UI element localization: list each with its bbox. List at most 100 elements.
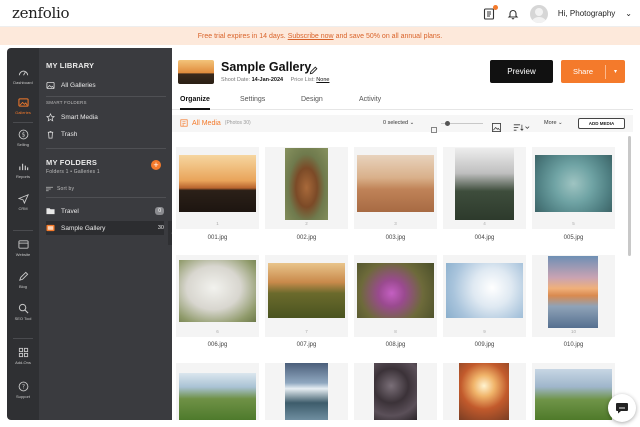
tab-activity[interactable]: Activity <box>359 96 381 110</box>
rail-label: Reports <box>15 174 30 179</box>
trash-label: Trash <box>61 130 78 138</box>
photo-thumbnail <box>268 263 345 318</box>
photo-thumbnail <box>357 155 434 212</box>
tab-organize[interactable]: Organize <box>180 96 210 110</box>
smart-media-item[interactable]: Smart Media <box>46 110 164 124</box>
user-name[interactable]: Hi, Photography <box>558 9 615 18</box>
photo-tile[interactable]: 6 <box>176 255 259 337</box>
share-button[interactable]: Share ▾ <box>561 60 625 83</box>
top-bar-actions: Hi, Photography ⌄ <box>482 0 632 27</box>
photo-tile[interactable] <box>443 363 526 420</box>
photo-tile[interactable]: 4 <box>443 147 526 229</box>
photo-tile[interactable] <box>176 363 259 420</box>
photo-tile[interactable]: 5 <box>532 147 615 229</box>
folder-name: Travel <box>61 207 79 215</box>
galleries-icon <box>17 96 29 108</box>
gallery-cover-thumbnail[interactable] <box>178 60 214 84</box>
photo-thumbnail <box>285 363 328 420</box>
dashboard-icon <box>17 66 29 78</box>
tab-settings[interactable]: Settings <box>240 96 265 110</box>
svg-text:?: ? <box>21 383 24 390</box>
subscribe-link[interactable]: Subscribe now <box>288 33 334 40</box>
rail-item-website[interactable]: Website <box>7 238 39 257</box>
rail-label: CRM <box>18 206 28 211</box>
photo-filename: 005.jpg <box>563 235 584 241</box>
photo-number: 6 <box>216 329 219 334</box>
more-label: More <box>544 120 557 126</box>
sort-by-control[interactable]: Sort by <box>46 186 74 192</box>
grid-scrollbar[interactable] <box>628 136 631 256</box>
media-toolbar: All Media (Photos 30) 0 selected ⌄ More … <box>172 115 633 133</box>
shoot-date-value: 14-Jan-2024 <box>251 77 284 83</box>
rail-item-galleries[interactable]: Galleries <box>7 96 39 115</box>
photo-tile[interactable]: 9 <box>443 255 526 337</box>
folder-item-sample-gallery[interactable]: Sample Gallery 30 <box>46 221 164 235</box>
rail-item-seo-tool[interactable]: SEO Tool <box>7 302 39 321</box>
shoot-date-label: Shoot Date: <box>221 77 251 83</box>
svg-text:$: $ <box>21 131 25 138</box>
photo-thumbnail <box>548 256 598 328</box>
chart-icon <box>17 160 29 172</box>
photo-number: 1 <box>216 221 219 226</box>
photo-count: (Photos 30) <box>224 120 251 126</box>
price-list-label: Price List: <box>290 77 315 83</box>
folder-icon <box>46 207 55 216</box>
photo-filename: 003.jpg <box>385 235 406 241</box>
more-menu[interactable]: More ⌄ <box>544 120 563 126</box>
photo-tile[interactable] <box>532 363 615 420</box>
photo-tile[interactable]: 2 <box>265 147 348 229</box>
rail-label: Blog <box>18 284 27 289</box>
checklist-icon[interactable] <box>482 4 498 21</box>
rail-item-blog[interactable]: Blog <box>7 270 39 289</box>
photo-filename: 006.jpg <box>207 342 228 348</box>
avatar[interactable] <box>529 4 548 23</box>
rail-item-selling[interactable]: $ Selling <box>7 128 39 147</box>
tab-design[interactable]: Design <box>301 96 323 110</box>
chat-icon <box>616 403 628 414</box>
zenfolio-logo[interactable]: zenfolio <box>12 4 70 22</box>
add-folder-button[interactable]: + <box>151 160 161 170</box>
rail-item-dashboard[interactable]: Dashboard <box>7 66 39 85</box>
sort-icon <box>46 186 53 192</box>
trial-offer-text: and save 50% on all annual plans. <box>335 32 443 40</box>
photo-tile[interactable]: 7 <box>265 255 348 337</box>
rail-label: Galleries <box>15 110 31 115</box>
rail-label: Add-Ons <box>15 360 31 365</box>
chevron-down-icon[interactable]: ⌄ <box>625 9 632 18</box>
chat-button[interactable] <box>608 394 636 422</box>
chevron-down-icon[interactable]: ▾ <box>606 68 625 75</box>
photo-thumbnail <box>179 260 256 322</box>
photo-thumbnail <box>455 148 514 220</box>
search-icon <box>17 302 29 314</box>
gallery-workspace: Sample Gallery Shoot Date: 14-Jan-2024 P… <box>172 48 633 420</box>
pencil-icon[interactable] <box>309 62 319 75</box>
photo-tile[interactable]: 10 <box>532 255 615 337</box>
bell-icon[interactable] <box>506 7 520 21</box>
slider-handle[interactable] <box>445 121 450 126</box>
rail-item-reports[interactable]: Reports <box>7 160 39 179</box>
photo-tile[interactable]: 3 <box>354 147 437 229</box>
photo-tile[interactable]: 1 <box>176 147 259 229</box>
trash-item[interactable]: Trash <box>46 127 164 141</box>
preview-button[interactable]: Preview <box>490 60 553 83</box>
photo-thumbnail <box>446 263 523 318</box>
trial-text: Free trial expires in 14 days. <box>197 32 286 40</box>
all-media-filter[interactable]: All Media (Photos 30) <box>180 119 251 127</box>
rail-item-crm[interactable]: CRM <box>7 192 39 211</box>
my-library-heading: MY LIBRARY <box>46 61 95 70</box>
selection-dropdown[interactable]: 0 selected ⌄ <box>383 120 414 126</box>
panel-divider <box>46 148 166 149</box>
photo-tile[interactable] <box>265 363 348 420</box>
rail-item-add-ons[interactable]: Add-Ons <box>7 346 39 365</box>
folder-item-travel[interactable]: Travel 0 <box>46 204 164 218</box>
rail-item-support[interactable]: ? Support <box>7 380 39 399</box>
all-media-label: All Media <box>192 119 221 127</box>
photo-tile[interactable]: 8 <box>354 255 437 337</box>
photo-filename: 002.jpg <box>296 235 317 241</box>
small-image-icon <box>431 120 437 133</box>
sort-order-button[interactable] <box>512 119 532 132</box>
price-list-link[interactable]: None <box>316 77 329 83</box>
add-media-button[interactable]: ADD MEDIA <box>578 118 625 129</box>
photo-tile[interactable] <box>354 363 437 420</box>
all-galleries-item[interactable]: All Galleries <box>46 78 164 92</box>
